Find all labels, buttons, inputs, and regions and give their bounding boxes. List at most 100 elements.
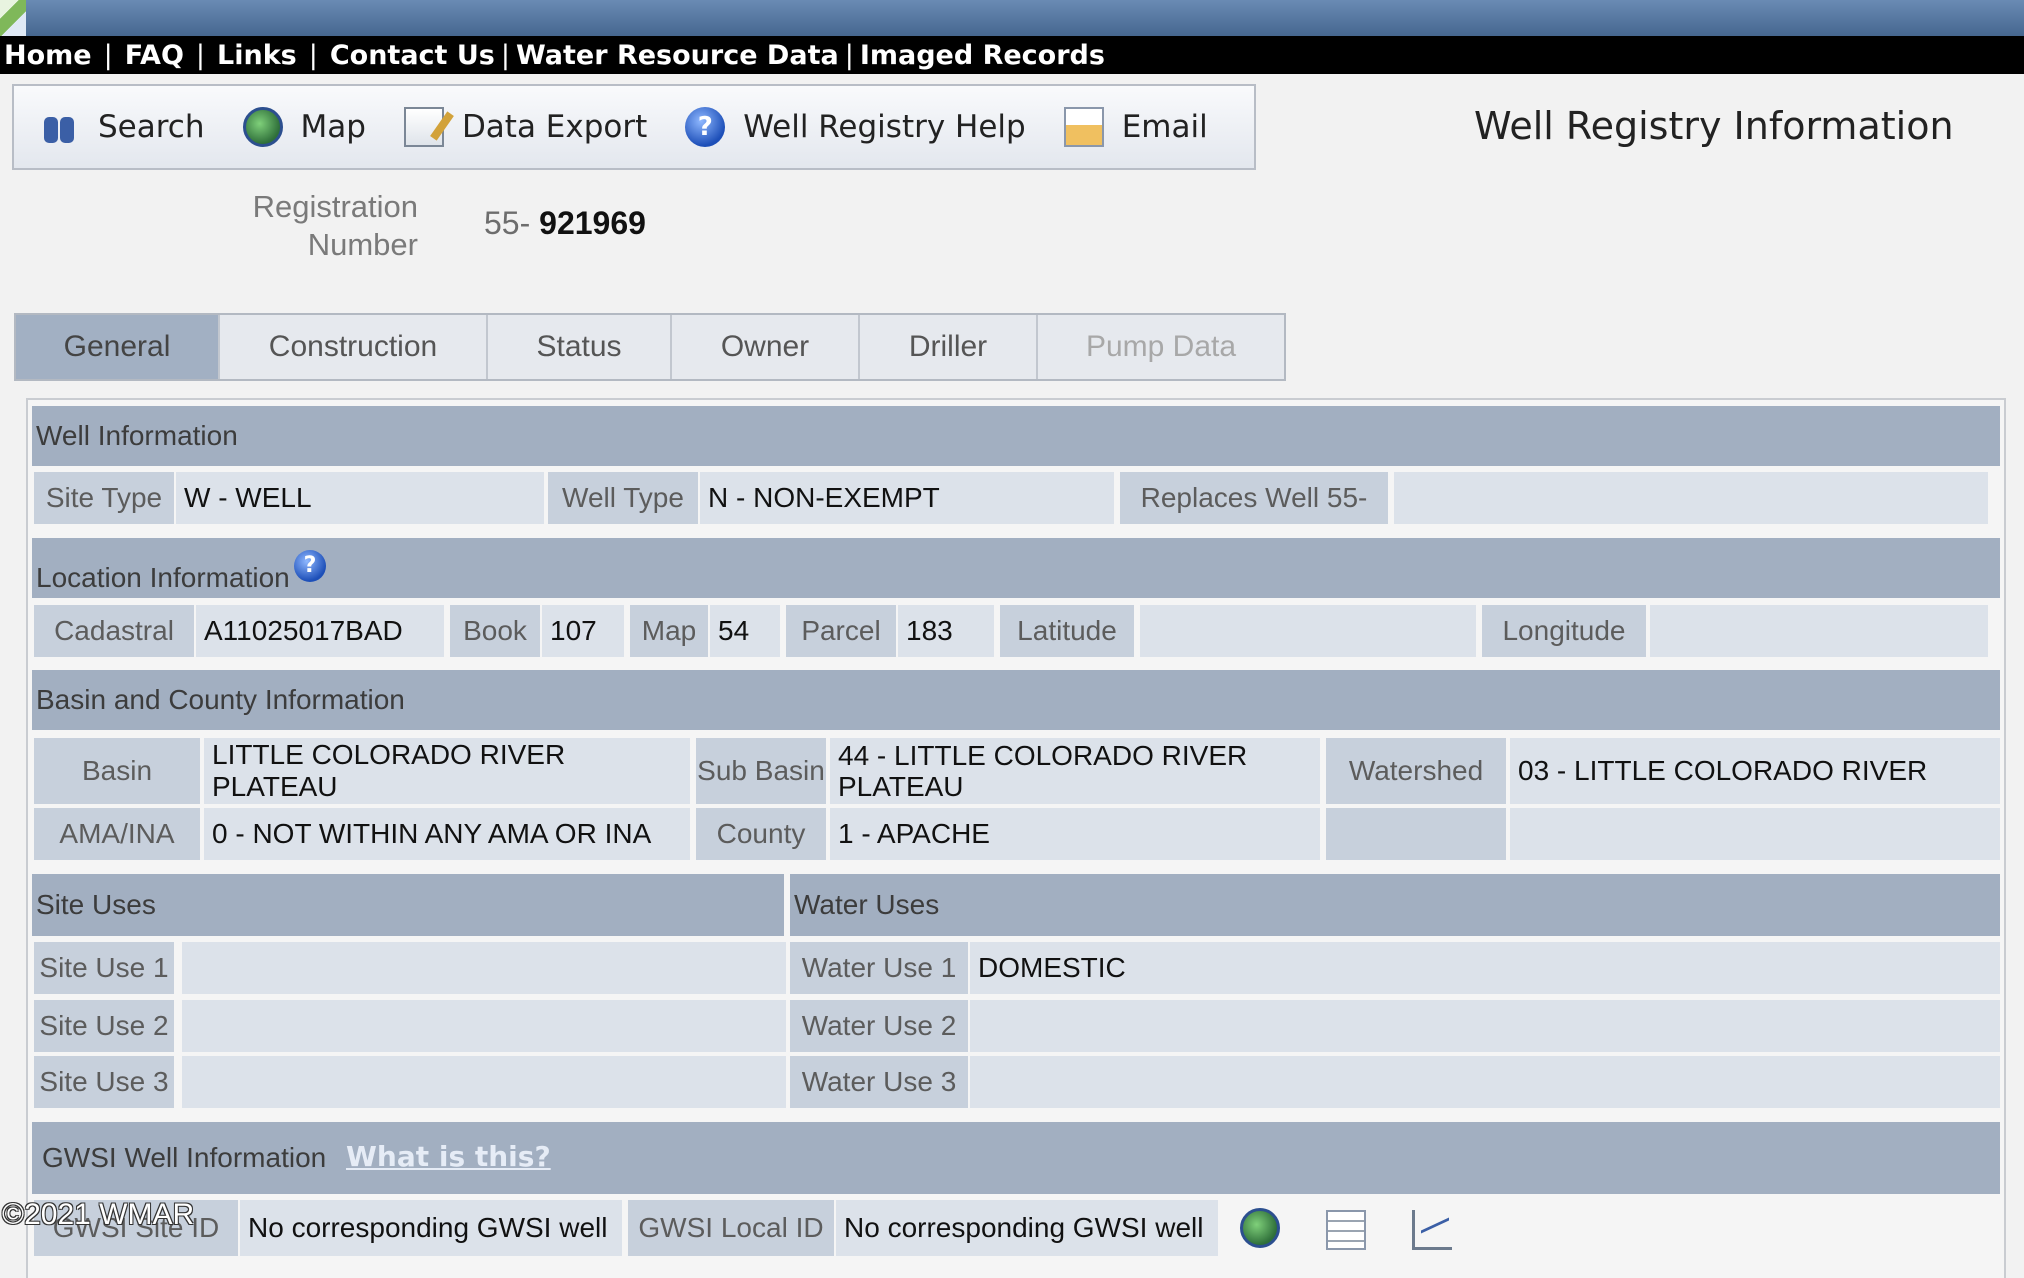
globe-map-icon: [242, 107, 283, 147]
nav-imaged-records[interactable]: Imaged Records: [860, 40, 1105, 71]
empty-label-cell: [1326, 808, 1506, 860]
gwsi-header: GWSI Well Information: [32, 1122, 2000, 1194]
book-value: 107: [542, 605, 624, 657]
gwsi-local-id-value: No corresponding GWSI well: [836, 1200, 1218, 1256]
basin-county-header: Basin and County Information: [32, 670, 2000, 730]
tab-owner[interactable]: Owner: [672, 315, 860, 379]
nav-separator: |: [103, 39, 113, 71]
basin-label: Basin: [34, 738, 200, 804]
gwsi-map-icon[interactable]: [1240, 1208, 1280, 1248]
nav-separator: |: [844, 39, 854, 71]
sub-basin-value: 44 - LITTLE COLORADO RIVER PLATEAU: [830, 738, 1320, 804]
help-icon: ?: [685, 107, 726, 147]
registration-number: 55- 921969: [484, 205, 646, 242]
well-type-label: Well Type: [548, 472, 698, 524]
site-use-2-value: [182, 1000, 786, 1052]
search-button[interactable]: Search: [40, 107, 205, 147]
book-label: Book: [450, 605, 540, 657]
site-use-3-label: Site Use 3: [34, 1056, 174, 1108]
cadastral-label: Cadastral: [34, 605, 194, 657]
site-use-2-label: Site Use 2: [34, 1000, 174, 1052]
registration-value: 921969: [539, 205, 646, 241]
top-nav: Home | FAQ | Links | Contact Us | Water …: [0, 36, 2024, 74]
registration-label-line1: Registration: [252, 189, 418, 224]
nav-water-resource-data[interactable]: Water Resource Data: [516, 40, 839, 71]
latitude-value: [1140, 605, 1476, 657]
water-use-3-value: [970, 1056, 2000, 1108]
well-type-value: N - NON-EXEMPT: [700, 472, 1114, 524]
gwsi-chart-icon[interactable]: [1412, 1210, 1452, 1250]
map-field-label: Map: [630, 605, 708, 657]
map-button[interactable]: Map: [242, 107, 366, 147]
well-registry-help-label: Well Registry Help: [743, 109, 1026, 145]
well-registry-help-button[interactable]: ? Well Registry Help: [685, 107, 1026, 147]
site-use-3-value: [182, 1056, 786, 1108]
site-use-1-value: [182, 942, 786, 994]
parcel-label: Parcel: [786, 605, 896, 657]
nav-separator: |: [500, 39, 510, 71]
binoculars-icon: [40, 107, 80, 147]
replaces-well-value: [1394, 472, 1988, 524]
data-export-icon: [403, 107, 444, 147]
tab-general[interactable]: General: [16, 315, 220, 379]
nav-links[interactable]: Links: [217, 40, 297, 71]
registration-number-label: Registration Number: [200, 188, 418, 264]
nav-faq[interactable]: FAQ: [125, 40, 184, 71]
latitude-label: Latitude: [1000, 605, 1134, 657]
search-label: Search: [98, 109, 205, 145]
replaces-well-label: Replaces Well 55-: [1120, 472, 1388, 524]
parcel-value: 183: [898, 605, 994, 657]
map-value: 54: [710, 605, 780, 657]
email-button[interactable]: Email: [1063, 107, 1208, 147]
help-icon[interactable]: ?: [294, 550, 326, 582]
ama-ina-value: 0 - NOT WITHIN ANY AMA OR INA: [204, 808, 690, 860]
water-use-3-label: Water Use 3: [790, 1056, 968, 1108]
tab-construction[interactable]: Construction: [220, 315, 488, 379]
water-uses-header: Water Uses: [790, 874, 2000, 936]
watermark: ©2021 WMAR: [2, 1198, 195, 1231]
site-type-label: Site Type: [34, 472, 174, 524]
county-label: County: [696, 808, 826, 860]
email-label: Email: [1121, 109, 1208, 145]
page-title: Well Registry Information: [1474, 104, 1954, 148]
gwsi-local-id-label: GWSI Local ID: [628, 1200, 834, 1256]
water-use-1-value: DOMESTIC: [970, 942, 2000, 994]
watershed-value: 03 - LITTLE COLORADO RIVER: [1510, 738, 2000, 804]
ama-ina-label: AMA/INA: [34, 808, 200, 860]
what-is-this-link[interactable]: What is this?: [346, 1140, 551, 1173]
nav-home[interactable]: Home: [4, 40, 92, 71]
nav-contact-us[interactable]: Contact Us: [330, 40, 495, 71]
cadastral-value: A11025017BAD: [196, 605, 444, 657]
nav-separator: |: [195, 39, 206, 71]
site-type-value: W - WELL: [176, 472, 544, 524]
watershed-label: Watershed: [1326, 738, 1506, 804]
email-envelope-icon: [1063, 107, 1104, 147]
gwsi-table-icon[interactable]: [1326, 1210, 1366, 1250]
toolbar: Search Map Data Export ? Well Registry H…: [12, 84, 1256, 170]
tab-status[interactable]: Status: [488, 315, 672, 379]
data-export-button[interactable]: Data Export: [403, 107, 648, 147]
tab-pump-data: Pump Data: [1085, 330, 1237, 363]
water-use-2-value: [970, 1000, 2000, 1052]
water-use-2-label: Water Use 2: [790, 1000, 968, 1052]
well-information-header: Well Information: [32, 406, 2000, 466]
site-use-1-label: Site Use 1: [34, 942, 174, 994]
empty-value-cell: [1510, 808, 2000, 860]
longitude-value: [1650, 605, 1988, 657]
data-export-label: Data Export: [461, 109, 648, 145]
tab-bar: General Construction Status Owner Drille…: [14, 313, 1286, 381]
nav-separator: |: [308, 39, 318, 71]
tab-driller[interactable]: Driller: [860, 315, 1038, 379]
basin-value: LITTLE COLORADO RIVER PLATEAU: [204, 738, 690, 804]
registration-prefix: 55-: [484, 205, 531, 241]
location-information-header: Location Information: [32, 538, 2000, 598]
sub-basin-label: Sub Basin: [696, 738, 826, 804]
page-icon: [0, 0, 26, 36]
site-uses-header: Site Uses: [32, 874, 784, 936]
water-use-1-label: Water Use 1: [790, 942, 968, 994]
top-banner: [0, 0, 2024, 36]
county-value: 1 - APACHE: [830, 808, 1320, 860]
gwsi-site-id-value: No corresponding GWSI well: [240, 1200, 622, 1256]
map-label: Map: [300, 109, 366, 145]
registration-label-line2: Number: [307, 227, 418, 262]
